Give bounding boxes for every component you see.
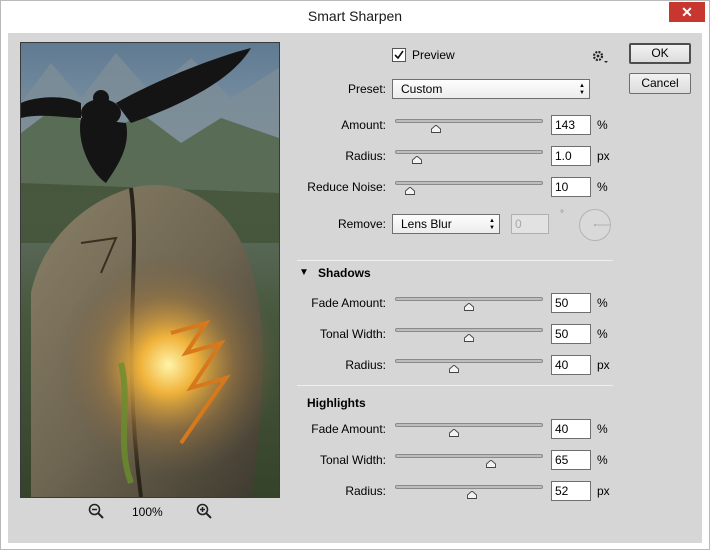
zoom-out-icon[interactable] — [88, 503, 104, 519]
slider-label: Tonal Width: — [319, 453, 386, 467]
slider-track[interactable] — [395, 485, 543, 489]
slider-unit: % — [597, 327, 608, 341]
slider-unit: % — [597, 422, 608, 436]
slider-label: Fade Amount: — [311, 296, 386, 310]
slider-value-input[interactable]: 65 — [551, 450, 591, 470]
slider-thumb[interactable] — [449, 365, 460, 373]
triangle-down-icon[interactable]: ▼ — [299, 267, 309, 278]
slider-value-input[interactable]: 40 — [551, 355, 591, 375]
close-button[interactable]: ✕ — [669, 2, 705, 22]
slider-thumb[interactable] — [412, 156, 423, 164]
preview-artwork — [21, 43, 279, 497]
checkmark-icon — [394, 50, 404, 60]
preset-value: Custom — [401, 82, 443, 96]
dialog-title: Smart Sharpen — [307, 8, 403, 24]
updown-arrow-icon: ▲ ▼ — [489, 218, 495, 231]
slider-track[interactable] — [395, 423, 543, 427]
preset-select[interactable]: Custom ▲ ▼ — [392, 79, 590, 99]
remove-select[interactable]: Lens Blur ▲ ▼ — [392, 214, 500, 234]
remove-label: Remove: — [337, 217, 386, 231]
slider-track[interactable] — [395, 181, 543, 185]
slider-thumb[interactable] — [404, 187, 415, 195]
slider-thumb[interactable] — [464, 303, 474, 311]
slider-label: Reduce Noise: — [307, 180, 386, 194]
section-divider — [297, 260, 613, 261]
slider-value-input[interactable]: 52 — [551, 481, 591, 501]
title-bar[interactable]: Smart Sharpen ✕ — [1, 1, 709, 33]
slider-thumb[interactable] — [486, 460, 497, 468]
slider-track[interactable] — [395, 454, 543, 458]
slider-unit: % — [597, 118, 608, 132]
ok-button[interactable]: OK — [629, 43, 691, 64]
slider-value-input[interactable]: 10 — [551, 177, 591, 197]
shadows-section-title[interactable]: Shadows — [318, 266, 371, 280]
slider-unit: px — [597, 358, 610, 372]
angle-input: 0 — [511, 214, 549, 234]
slider-unit: px — [597, 484, 610, 498]
zoom-level: 100% — [132, 505, 163, 519]
slider-value-input[interactable]: 50 — [551, 324, 591, 344]
slider-track[interactable] — [395, 359, 543, 363]
slider-label: Tonal Width: — [319, 327, 386, 341]
preview-label[interactable]: Preview — [412, 48, 455, 62]
slider-unit: % — [597, 180, 608, 194]
slider-unit: % — [597, 296, 608, 310]
slider-thumb[interactable] — [449, 429, 460, 437]
gear-icon[interactable] — [591, 50, 609, 64]
slider-unit: px — [597, 149, 610, 163]
section-divider — [297, 385, 613, 386]
slider-label: Radius: — [345, 484, 386, 498]
zoom-in-icon[interactable] — [196, 503, 212, 519]
preview-image[interactable] — [20, 42, 280, 498]
slider-track[interactable] — [395, 328, 543, 332]
degree-symbol: ° — [560, 209, 564, 220]
slider-track[interactable] — [395, 119, 543, 123]
slider-thumb[interactable] — [467, 491, 477, 499]
slider-thumb[interactable] — [464, 334, 474, 342]
slider-value-input[interactable]: 50 — [551, 293, 591, 313]
slider-unit: % — [597, 453, 608, 467]
slider-thumb[interactable] — [431, 125, 442, 133]
slider-label: Radius: — [345, 358, 386, 372]
slider-label: Radius: — [345, 149, 386, 163]
remove-value: Lens Blur — [401, 217, 452, 231]
slider-value-input[interactable]: 40 — [551, 419, 591, 439]
angle-dial — [579, 209, 611, 241]
preview-checkbox[interactable] — [392, 48, 406, 62]
smart-sharpen-dialog: Smart Sharpen ✕ 100% Preview OK Cancel P… — [0, 0, 710, 550]
preset-label: Preset: — [347, 82, 386, 96]
slider-value-input[interactable]: 1.0 — [551, 146, 591, 166]
slider-track[interactable] — [395, 150, 543, 154]
updown-arrow-icon: ▲ ▼ — [579, 83, 585, 96]
cancel-button[interactable]: Cancel — [629, 73, 691, 94]
slider-label: Amount: — [341, 118, 386, 132]
dialog-client-area: 100% Preview OK Cancel Preset: Custom ▲ … — [8, 33, 702, 543]
zoom-controls: 100% — [88, 503, 228, 523]
highlights-section-title: Highlights — [307, 396, 366, 410]
slider-label: Fade Amount: — [311, 422, 386, 436]
slider-value-input[interactable]: 143 — [551, 115, 591, 135]
slider-track[interactable] — [395, 297, 543, 301]
